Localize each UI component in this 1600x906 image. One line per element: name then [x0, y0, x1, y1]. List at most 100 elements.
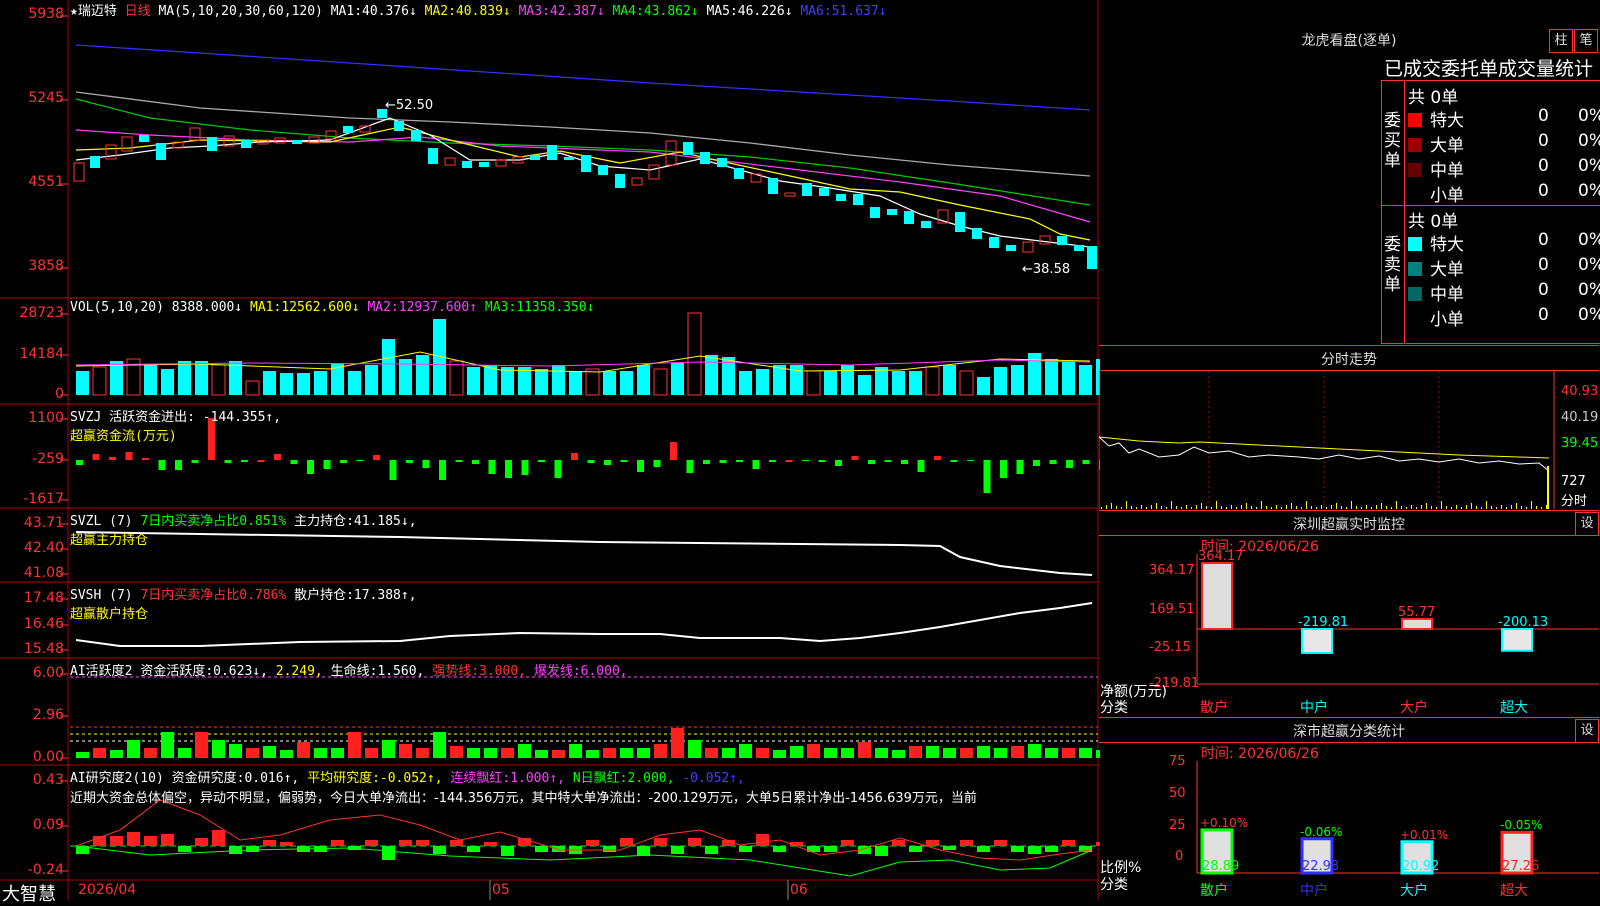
flow-bar — [884, 460, 892, 462]
order-percent: 0% — [1578, 255, 1600, 275]
buy-side-label: 委买单 — [1384, 111, 1401, 171]
monitor-settings-button[interactable]: 设 — [1575, 512, 1599, 536]
activity-bar — [348, 732, 361, 758]
net-amount-bar — [1201, 562, 1233, 630]
x-date: 2026/04 — [78, 882, 137, 898]
intraday-volume-bar — [1236, 507, 1237, 509]
flow-bar — [637, 460, 644, 472]
activity-bar — [1062, 748, 1075, 758]
vol-ma1-key: MA1: — [250, 300, 282, 315]
intraday-volume-bar — [1516, 503, 1517, 509]
chart-area[interactable] — [0, 0, 1100, 900]
classify-settings-button[interactable]: 设 — [1575, 719, 1599, 743]
research-bar — [212, 830, 225, 846]
order-count: 0 — [1538, 255, 1549, 275]
activity-bar — [280, 750, 293, 758]
activity-bar — [756, 748, 769, 758]
intraday-volume-bar — [1276, 505, 1277, 509]
intraday-volume-bar — [1261, 501, 1262, 509]
divider — [1099, 717, 1599, 718]
order-percent: 0% — [1578, 305, 1600, 325]
order-count: 0 — [1538, 305, 1549, 325]
intraday-volume-bar — [1511, 505, 1512, 509]
volume-bar — [245, 380, 260, 396]
flow-bar — [406, 460, 413, 463]
intraday-volume-bar — [1161, 506, 1162, 509]
bar-mode-button[interactable]: 柱 — [1549, 29, 1573, 53]
lhb-subtitle: 已成交委托单成交量统计 — [1384, 58, 1594, 80]
volume-bar — [211, 364, 226, 396]
intraday-volume-bar — [1531, 501, 1532, 509]
high-annotation: ←52.50 — [385, 98, 434, 113]
intraday-volume-bar — [1151, 505, 1152, 509]
ma-label: MA(5,10,20,30,60,120) — [158, 4, 323, 19]
order-size-label: 中单 — [1430, 285, 1464, 305]
svzl-t2: 主力持仓: — [294, 514, 354, 529]
intraday-volume-bar — [1196, 505, 1197, 509]
flow-bar — [769, 460, 776, 462]
intraday-volume-unit: 分时 — [1561, 494, 1588, 509]
svzl-v2: 41.185↓, — [353, 514, 417, 529]
intraday-volume-bar — [1146, 507, 1147, 509]
activity-bar — [144, 748, 157, 758]
intraday-volume-bar — [1111, 503, 1112, 509]
color-swatch — [1408, 163, 1422, 177]
flow-bar — [851, 456, 859, 460]
volume-bar — [977, 377, 990, 395]
color-swatch — [1408, 237, 1422, 251]
flow-bar — [455, 460, 463, 462]
intraday-volume-bar — [1321, 505, 1322, 509]
intraday-volume-bar — [1206, 506, 1207, 509]
category-label: 大户 — [1400, 700, 1428, 716]
activity-bar — [535, 750, 548, 758]
period-label[interactable]: 日线 — [125, 4, 151, 19]
ai2-ytick: 0.09 — [32, 817, 64, 833]
flow-bar — [290, 460, 298, 464]
volume-bar — [994, 367, 1007, 395]
intraday-volume-bar — [1231, 505, 1232, 509]
ai2-v4: 2.000, — [627, 771, 675, 786]
volume-bar — [909, 371, 922, 395]
classify-ylabel: 分类 — [1100, 877, 1128, 893]
research-bar — [977, 846, 990, 852]
tick-mode-button[interactable]: 笔 — [1574, 29, 1598, 53]
divider — [1404, 81, 1405, 343]
intraday-volume-bar — [1171, 501, 1172, 509]
activity-bar — [773, 750, 786, 758]
flow-bar — [1016, 460, 1024, 474]
intraday-volume-bar — [1281, 507, 1282, 509]
net-amount-bar — [1401, 617, 1433, 630]
vol-ytick: 14184 — [19, 346, 64, 362]
ratio-value-label: 20.92 — [1402, 859, 1440, 874]
volume-header: VOL(5,10,20) 8388.000↓ MA1:12562.600↓ MA… — [70, 300, 594, 315]
research-bar — [246, 846, 259, 852]
activity-bar — [314, 748, 327, 758]
flow-bar — [604, 460, 611, 465]
research-bar — [501, 846, 514, 856]
volume-bar — [705, 355, 718, 395]
kline-ytick: 5938 — [28, 6, 64, 22]
classify-ytick: 75 — [1169, 754, 1186, 769]
order-size-label: 中单 — [1430, 161, 1464, 181]
research-bar — [416, 840, 429, 846]
volume-bar — [178, 361, 191, 395]
activity-bar — [807, 744, 820, 758]
intraday-title: 分时走势 — [1321, 352, 1377, 368]
star-icon[interactable]: ★ — [70, 4, 78, 19]
flow-bar — [1049, 460, 1057, 464]
flow-bar — [587, 460, 595, 463]
volume-bar — [925, 366, 940, 396]
intraday-volume-bar — [1486, 501, 1487, 509]
low-annotation: ←38.58 — [1022, 262, 1071, 277]
sell-row: 特大 0 0% — [1408, 230, 1600, 255]
intraday-volume-bar — [1526, 507, 1527, 509]
flow-bar — [191, 460, 199, 463]
research-bar — [773, 846, 786, 852]
volume-bar — [1045, 359, 1058, 395]
intraday-chart[interactable] — [1099, 371, 1599, 509]
flow-bar — [76, 460, 83, 465]
flow-bar — [505, 460, 512, 478]
buy-row: 大单 0 0% — [1408, 131, 1600, 156]
intraday-volume-bar — [1406, 507, 1407, 509]
flow-bar — [307, 460, 314, 474]
